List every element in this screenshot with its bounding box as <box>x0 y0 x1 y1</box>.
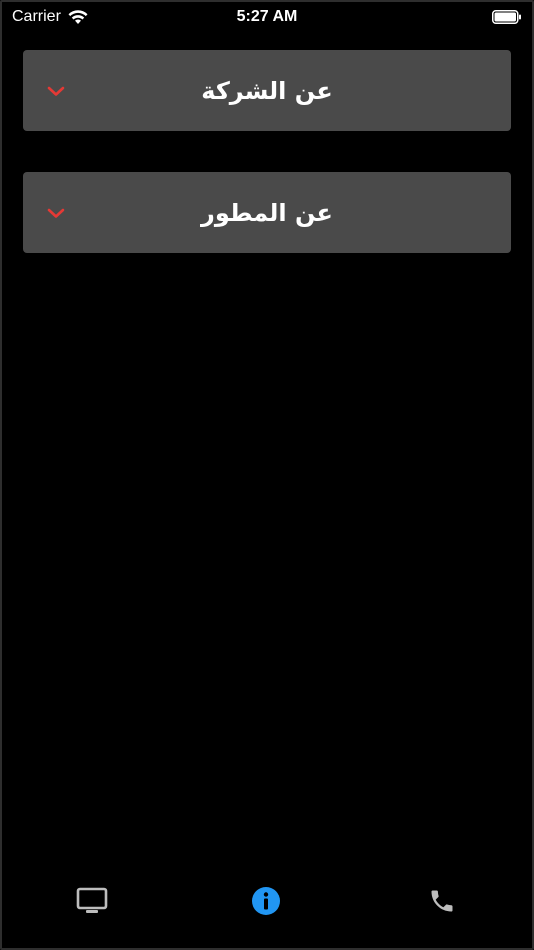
tab-tv[interactable] <box>74 884 110 918</box>
chevron-down-icon <box>47 86 65 96</box>
chevron-down-icon <box>47 208 65 218</box>
battery-full-icon <box>492 10 521 24</box>
status-bar: Carrier 5:27 AM <box>2 2 532 34</box>
tab-info[interactable] <box>248 884 284 918</box>
accordion-about-company[interactable]: عن الشركة <box>23 50 511 131</box>
accordion-title: عن المطور <box>201 198 333 227</box>
status-time: 5:27 AM <box>236 8 298 25</box>
tab-phone[interactable] <box>424 884 460 918</box>
app-screen: Carrier 5:27 AM عن الشركة عن المطور <box>0 0 534 950</box>
info-icon <box>252 887 280 915</box>
accordion-title: عن الشركة <box>201 76 333 105</box>
bottom-tab-bar <box>2 864 532 948</box>
accordion-about-developer[interactable]: عن المطور <box>23 172 511 253</box>
tv-icon <box>76 887 108 913</box>
phone-icon <box>431 890 453 912</box>
